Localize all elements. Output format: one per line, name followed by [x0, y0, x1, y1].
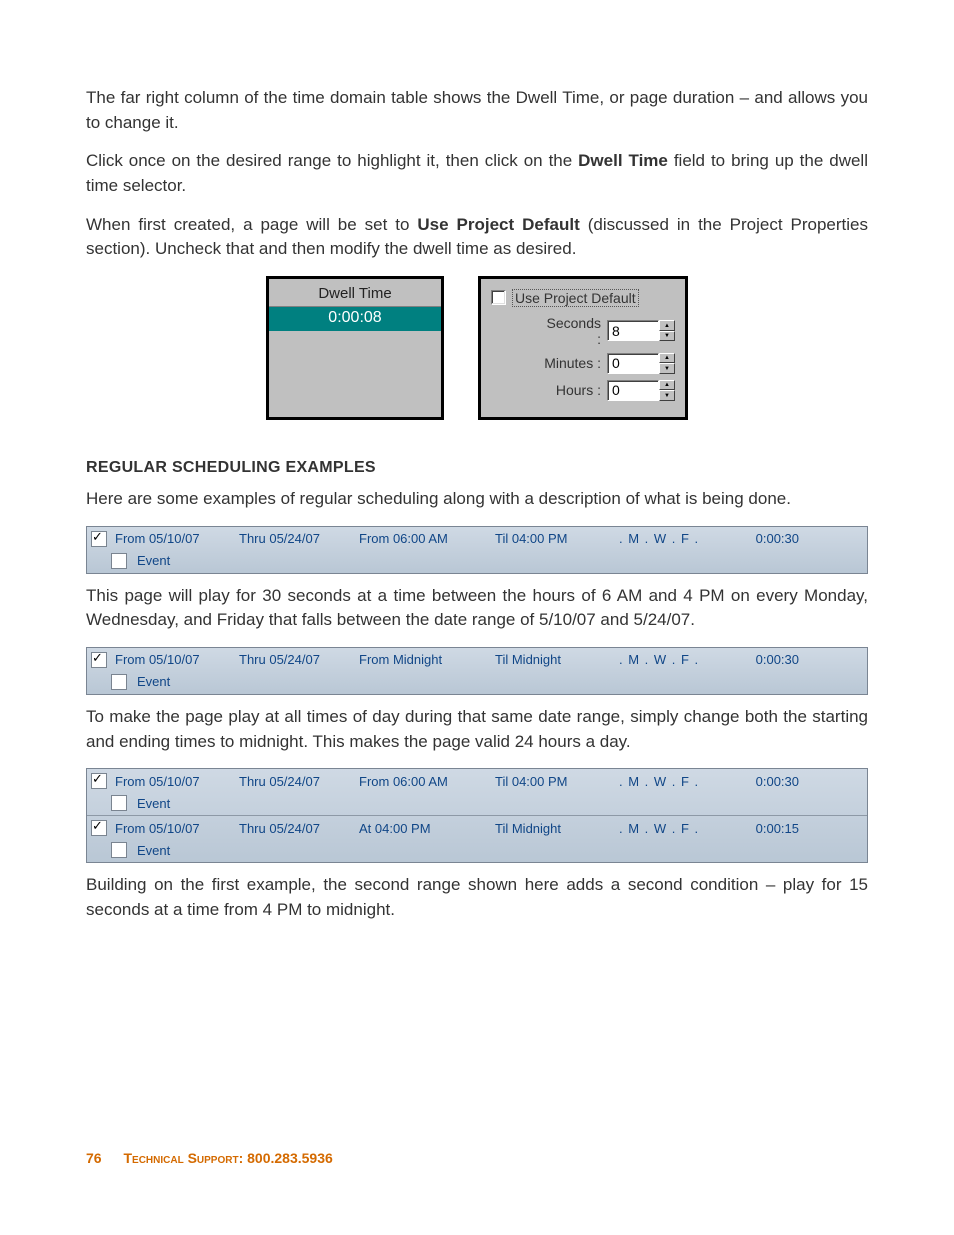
schedule-from-time: From 06:00 AM — [359, 531, 495, 546]
dwell-time-column-panel: Dwell Time 0:00:08 — [266, 276, 444, 420]
body-paragraph-1: The far right column of the time domain … — [86, 86, 868, 135]
schedule-from-time: From Midnight — [359, 652, 495, 667]
schedule-event-checkbox[interactable] — [111, 795, 127, 811]
hours-spin-down[interactable]: ▼ — [659, 390, 675, 401]
schedule-event-subrow: Event — [87, 672, 867, 694]
dwell-time-header: Dwell Time — [269, 279, 441, 307]
schedule-from-time: From 06:00 AM — [359, 774, 495, 789]
schedule-row[interactable]: From 05/10/07Thru 05/24/07From 06:00 AMT… — [87, 527, 867, 551]
body-paragraph-4: Here are some examples of regular schedu… — [86, 487, 868, 512]
hours-spin-up[interactable]: ▲ — [659, 380, 675, 391]
schedule-event-checkbox[interactable] — [111, 674, 127, 690]
seconds-label: Seconds : — [539, 315, 601, 347]
schedule-thru-date: Thru 05/24/07 — [239, 652, 359, 667]
schedule-til-time: Til 04:00 PM — [495, 531, 619, 546]
schedule-row[interactable]: From 05/10/07Thru 05/24/07At 04:00 PMTil… — [87, 816, 867, 840]
schedule-example-block: From 05/10/07Thru 05/24/07From 06:00 AMT… — [86, 526, 868, 574]
hours-input[interactable] — [607, 380, 659, 401]
schedule-example-block: From 05/10/07Thru 05/24/07From 06:00 AMT… — [86, 768, 868, 863]
schedule-til-time: Til Midnight — [495, 652, 619, 667]
schedule-event-subrow: Event — [87, 551, 867, 573]
schedule-thru-date: Thru 05/24/07 — [239, 531, 359, 546]
schedule-event-subrow: Event — [87, 793, 867, 815]
dwell-time-selector-panel: Use Project Default Seconds : ▲ ▼ Minute… — [478, 276, 688, 420]
schedule-example-block: From 05/10/07Thru 05/24/07From MidnightT… — [86, 647, 868, 695]
schedule-days: . M . W . F . — [619, 821, 729, 836]
schedule-days: . M . W . F . — [619, 774, 729, 789]
body-paragraph-3: When first created, a page will be set t… — [86, 213, 868, 262]
section-heading-regular-scheduling-examples: Regular Scheduling Examples — [86, 456, 868, 479]
schedule-til-time: Til 04:00 PM — [495, 774, 619, 789]
schedule-event-checkbox[interactable] — [111, 553, 127, 569]
schedule-thru-date: Thru 05/24/07 — [239, 774, 359, 789]
schedule-from-date: From 05/10/07 — [115, 531, 239, 546]
body-paragraph-example-3: Building on the first example, the secon… — [86, 873, 868, 922]
schedule-from-date: From 05/10/07 — [115, 774, 239, 789]
seconds-spin-down[interactable]: ▼ — [659, 331, 675, 342]
footer-support-label: Technical Support — [123, 1150, 238, 1166]
schedule-event-subrow: Event — [87, 840, 867, 862]
minutes-label: Minutes : — [539, 355, 601, 371]
use-project-default-checkbox[interactable] — [491, 290, 506, 305]
schedule-dwell: 0:00:30 — [729, 774, 799, 789]
hours-label: Hours : — [539, 382, 601, 398]
schedule-event-label: Event — [137, 674, 170, 689]
p2-bold: Dwell Time — [578, 151, 668, 170]
schedule-from-date: From 05/10/07 — [115, 652, 239, 667]
schedule-event-label: Event — [137, 796, 170, 811]
schedule-dwell: 0:00:30 — [729, 652, 799, 667]
page-footer: 76 Technical Support: 800.283.5936 — [86, 1150, 333, 1166]
p3-bold: Use Project Default — [417, 215, 579, 234]
dwell-time-value[interactable]: 0:00:08 — [269, 307, 441, 331]
schedule-row[interactable]: From 05/10/07Thru 05/24/07From 06:00 AMT… — [87, 769, 867, 793]
schedule-row-checkbox[interactable] — [91, 652, 107, 668]
seconds-input[interactable] — [607, 320, 659, 341]
schedule-row-checkbox[interactable] — [91, 531, 107, 547]
schedule-row-checkbox[interactable] — [91, 773, 107, 789]
body-paragraph-example-1: This page will play for 30 seconds at a … — [86, 584, 868, 633]
use-project-default-label: Use Project Default — [512, 289, 639, 307]
body-paragraph-2: Click once on the desired range to highl… — [86, 149, 868, 198]
p3-text-a: When first created, a page will be set t… — [86, 215, 417, 234]
schedule-dwell: 0:00:15 — [729, 821, 799, 836]
schedule-thru-date: Thru 05/24/07 — [239, 821, 359, 836]
page-number: 76 — [86, 1150, 102, 1166]
schedule-days: . M . W . F . — [619, 531, 729, 546]
schedule-event-label: Event — [137, 553, 170, 568]
minutes-spin-down[interactable]: ▼ — [659, 363, 675, 374]
schedule-days: . M . W . F . — [619, 652, 729, 667]
seconds-spin-up[interactable]: ▲ — [659, 320, 675, 331]
body-paragraph-example-2: To make the page play at all times of da… — [86, 705, 868, 754]
schedule-from-date: From 05/10/07 — [115, 821, 239, 836]
schedule-event-checkbox[interactable] — [111, 842, 127, 858]
schedule-row[interactable]: From 05/10/07Thru 05/24/07From MidnightT… — [87, 648, 867, 672]
p2-text-a: Click once on the desired range to highl… — [86, 151, 578, 170]
minutes-input[interactable] — [607, 353, 659, 374]
schedule-row-checkbox[interactable] — [91, 820, 107, 836]
schedule-dwell: 0:00:30 — [729, 531, 799, 546]
minutes-spin-up[interactable]: ▲ — [659, 353, 675, 364]
schedule-til-time: Til Midnight — [495, 821, 619, 836]
dwell-time-figure: Dwell Time 0:00:08 Use Project Default S… — [86, 276, 868, 420]
schedule-event-label: Event — [137, 843, 170, 858]
footer-support-number: : 800.283.5936 — [239, 1150, 333, 1166]
schedule-from-time: At 04:00 PM — [359, 821, 495, 836]
